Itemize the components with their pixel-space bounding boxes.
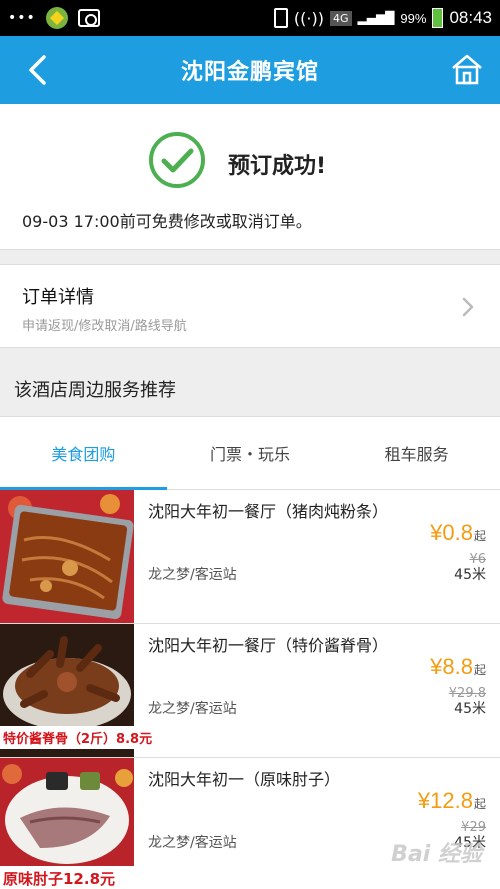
item-distance: 45米 — [454, 567, 486, 583]
thumbnail-caption: 特价酱脊骨（2斤）8.8元 — [0, 726, 152, 749]
page-title: 沈阳金鹏宾馆 — [180, 60, 319, 85]
app-header: 沈阳金鹏宾馆 — [0, 36, 500, 104]
phone-icon — [273, 8, 288, 28]
list-item[interactable]: 原味肘子12.8元 沈阳大年初一（原味肘子） ¥12.8起 ¥29 龙之梦/客运… — [0, 758, 500, 889]
cancel-deadline-note: 09-03 17:00前可免费修改或取消订单。 — [22, 212, 312, 231]
chevron-right-icon — [462, 297, 474, 317]
item-price: ¥12.8起 — [417, 788, 486, 813]
home-icon[interactable] — [450, 52, 484, 86]
notification-dots: ••• — [8, 10, 36, 26]
wifi-icon: ((·)) — [293, 8, 324, 28]
item-location: 龙之梦/客运站 — [148, 701, 237, 717]
booking-success-card: 预订成功! 09-03 17:00前可免费修改或取消订单。 — [0, 104, 500, 250]
item-location: 龙之梦/客运站 — [148, 567, 237, 583]
network-type: 4G — [329, 10, 352, 26]
status-bar: ••• ((·)) 4G ▂▄▆█ 99% 08:43 — [0, 0, 500, 36]
signal-icon: ▂▄▆█ — [357, 11, 395, 25]
deal-list: 沈阳大年初一餐厅（猪肉炖粉条） ¥0.8起 ¥6 龙之梦/客运站 45米 特价酱… — [0, 490, 500, 889]
food-thumbnail — [0, 490, 134, 623]
tab-tickets-fun[interactable]: 门票・玩乐 — [167, 417, 334, 489]
order-details-row[interactable]: 订单详情 申请返现/修改取消/路线导航 — [0, 264, 500, 348]
order-details-subtitle: 申请返现/修改取消/路线导航 — [22, 319, 187, 334]
success-message: 预订成功! — [228, 154, 327, 179]
battery-percent: 99% — [400, 10, 427, 26]
item-price: ¥8.8起 — [430, 654, 486, 679]
order-details-title: 订单详情 — [22, 287, 94, 308]
back-arrow-icon[interactable] — [24, 54, 54, 86]
service-tabs: 美食团购 门票・玩乐 租车服务 — [0, 416, 500, 490]
item-location: 龙之梦/客运站 — [148, 835, 237, 851]
thumbnail-caption: 原味肘子12.8元 — [0, 866, 134, 889]
list-item[interactable]: 沈阳大年初一餐厅（猪肉炖粉条） ¥0.8起 ¥6 龙之梦/客运站 45米 — [0, 490, 500, 624]
watermark: Bai 经验 — [391, 842, 482, 867]
item-name: 沈阳大年初一餐厅（特价酱脊骨） — [148, 636, 389, 655]
screenshot-icon — [77, 9, 100, 27]
list-item[interactable]: 特价酱脊骨（2斤）8.8元 沈阳大年初一餐厅（特价酱脊骨） ¥8.8起 ¥29.… — [0, 624, 500, 758]
nearby-services-title: 该酒店周边服务推荐 — [14, 380, 176, 401]
tab-car-rental[interactable]: 租车服务 — [333, 417, 500, 489]
item-name: 沈阳大年初一餐厅（猪肉炖粉条） — [148, 502, 389, 521]
check-circle-icon — [149, 132, 205, 188]
tab-food-deals[interactable]: 美食团购 — [0, 417, 167, 490]
item-distance: 45米 — [454, 701, 486, 717]
item-price: ¥0.8起 — [430, 520, 486, 545]
app-notification-icon — [45, 7, 68, 29]
clock: 08:43 — [449, 8, 492, 27]
item-name: 沈阳大年初一（原味肘子） — [148, 770, 341, 789]
battery-icon — [432, 8, 444, 28]
